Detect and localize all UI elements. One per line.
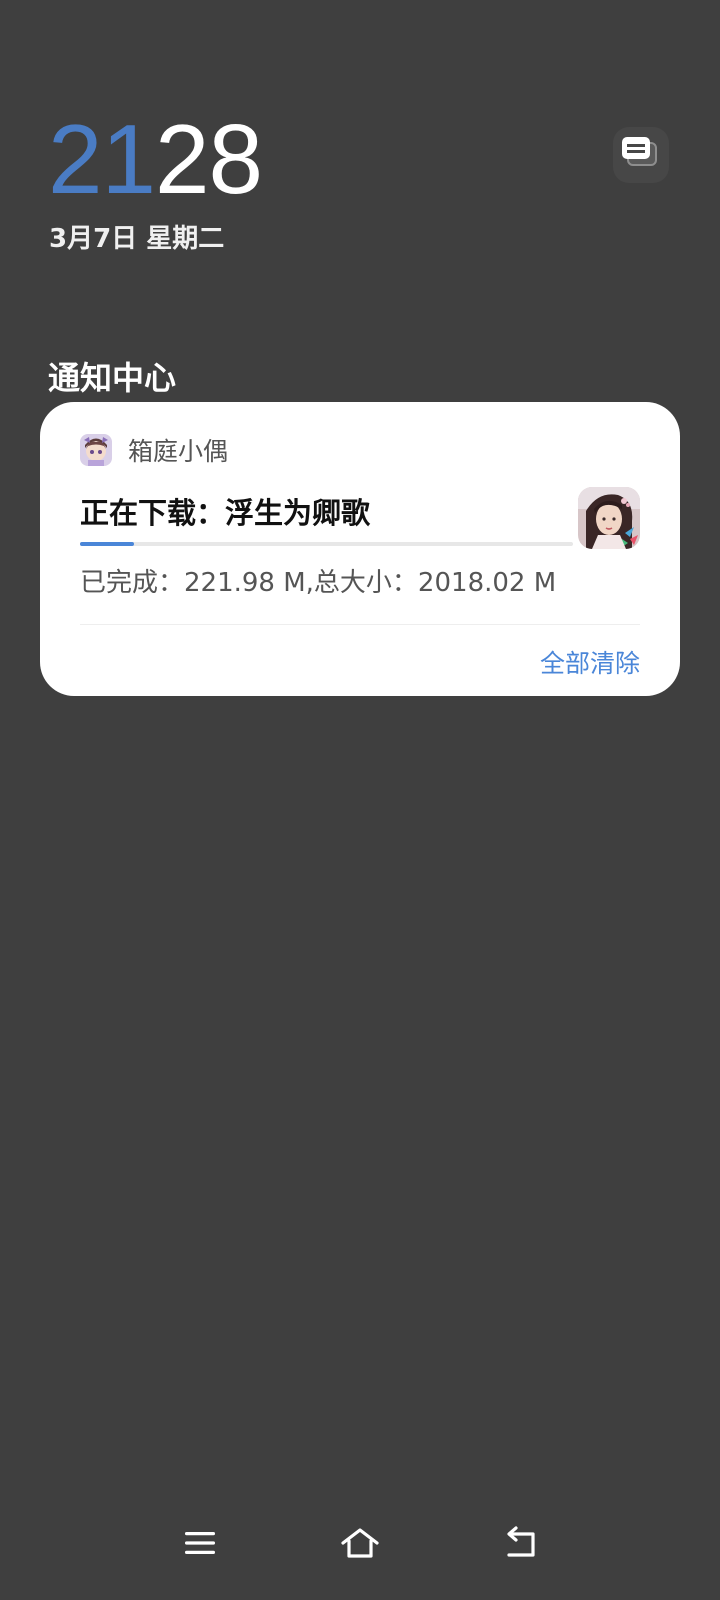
clock-hours: 21 (48, 104, 156, 214)
back-icon (502, 1526, 538, 1564)
back-button[interactable] (490, 1515, 550, 1575)
app-name: 箱庭小偶 (128, 437, 229, 466)
clear-all-button[interactable]: 全部清除 (540, 644, 640, 680)
clock: 2128 (48, 104, 263, 214)
notification-manage-button[interactable] (613, 127, 669, 183)
game-thumbnail-image (578, 487, 640, 549)
navigation-bar (0, 1515, 720, 1595)
card-divider (80, 624, 640, 625)
menu-icon (183, 1529, 217, 1561)
app-avatar-icon (80, 434, 112, 466)
notification-card[interactable]: 箱庭小偶 正在下载：浮生为卿歌 已完成：221.98 M,总大小：2018.02… (40, 402, 680, 696)
download-title: 正在下载：浮生为卿歌 (80, 496, 371, 530)
date-label: 3月7日 星期二 (49, 224, 225, 254)
download-progress-bar (80, 542, 573, 546)
clock-minutes: 28 (155, 104, 263, 214)
home-icon (340, 1526, 380, 1564)
notification-manage-icon (619, 133, 663, 177)
download-progress-fill (80, 542, 135, 546)
notification-center-title: 通知中心 (48, 359, 177, 397)
home-button[interactable] (330, 1515, 390, 1575)
download-progress-text: 已完成：221.98 M,总大小：2018.02 M (80, 568, 557, 598)
menu-button[interactable] (170, 1515, 230, 1575)
